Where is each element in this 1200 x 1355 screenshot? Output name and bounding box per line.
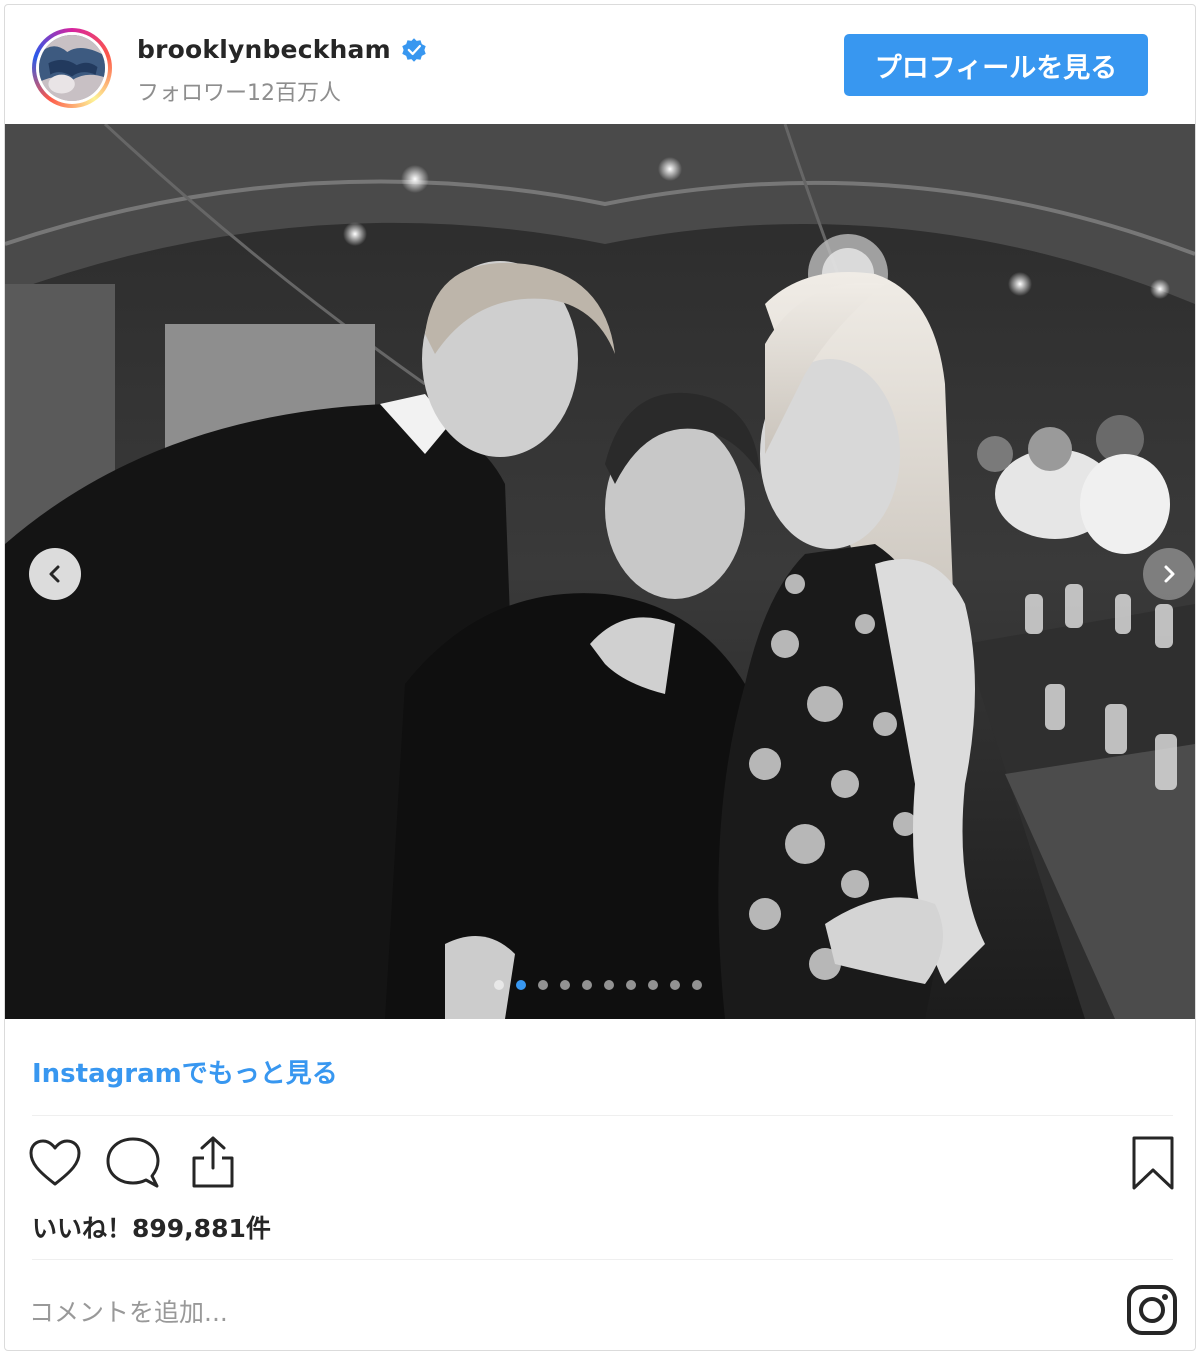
like-button[interactable] (27, 1135, 83, 1191)
share-icon (192, 1136, 234, 1188)
view-more-on-instagram-link[interactable]: Instagramでもっと見る (32, 1053, 338, 1090)
instagram-logo-icon (1127, 1285, 1177, 1335)
instagram-logo-button[interactable] (1123, 1281, 1181, 1339)
username[interactable]: brooklynbeckham (137, 35, 391, 64)
carousel-prev-button[interactable] (29, 548, 81, 600)
follower-count: フォロワー12百万人 (137, 81, 341, 106)
divider (32, 1259, 1173, 1260)
bookmark-icon (1132, 1136, 1174, 1190)
view-profile-button[interactable]: プロフィールを見る (844, 34, 1148, 96)
post-image (5, 124, 1195, 1019)
carousel-dot (604, 980, 614, 990)
chevron-right-icon (1164, 565, 1175, 583)
carousel-next-button[interactable] (1143, 548, 1195, 600)
like-count: いいね！899,881件 (32, 1214, 271, 1243)
verified-badge-icon (402, 37, 426, 62)
heart-icon (29, 1139, 81, 1186)
share-button[interactable] (185, 1133, 241, 1191)
comment-button[interactable] (105, 1135, 161, 1191)
carousel-dot (516, 980, 526, 990)
carousel-dot (626, 980, 636, 990)
carousel-dot (494, 980, 504, 990)
comment-input[interactable]: コメントを追加... (29, 1293, 228, 1329)
comment-icon (106, 1137, 160, 1188)
carousel-dot (692, 980, 702, 990)
avatar[interactable] (32, 28, 112, 108)
post-header: brooklynbeckham フォロワー12百万人 プロフィールを見る (5, 5, 1195, 123)
carousel-indicator (494, 980, 702, 990)
post-photo[interactable] (5, 124, 1195, 1019)
divider (32, 1115, 1173, 1116)
carousel-dot (560, 980, 570, 990)
carousel-dot (538, 980, 548, 990)
save-button[interactable] (1125, 1133, 1181, 1193)
carousel-dot (670, 980, 680, 990)
carousel-dot (648, 980, 658, 990)
instagram-embed-card: brooklynbeckham フォロワー12百万人 プロフィールを見る Ins… (4, 4, 1196, 1351)
avatar-image (39, 35, 105, 101)
chevron-left-icon (49, 565, 60, 583)
carousel-dot (582, 980, 592, 990)
